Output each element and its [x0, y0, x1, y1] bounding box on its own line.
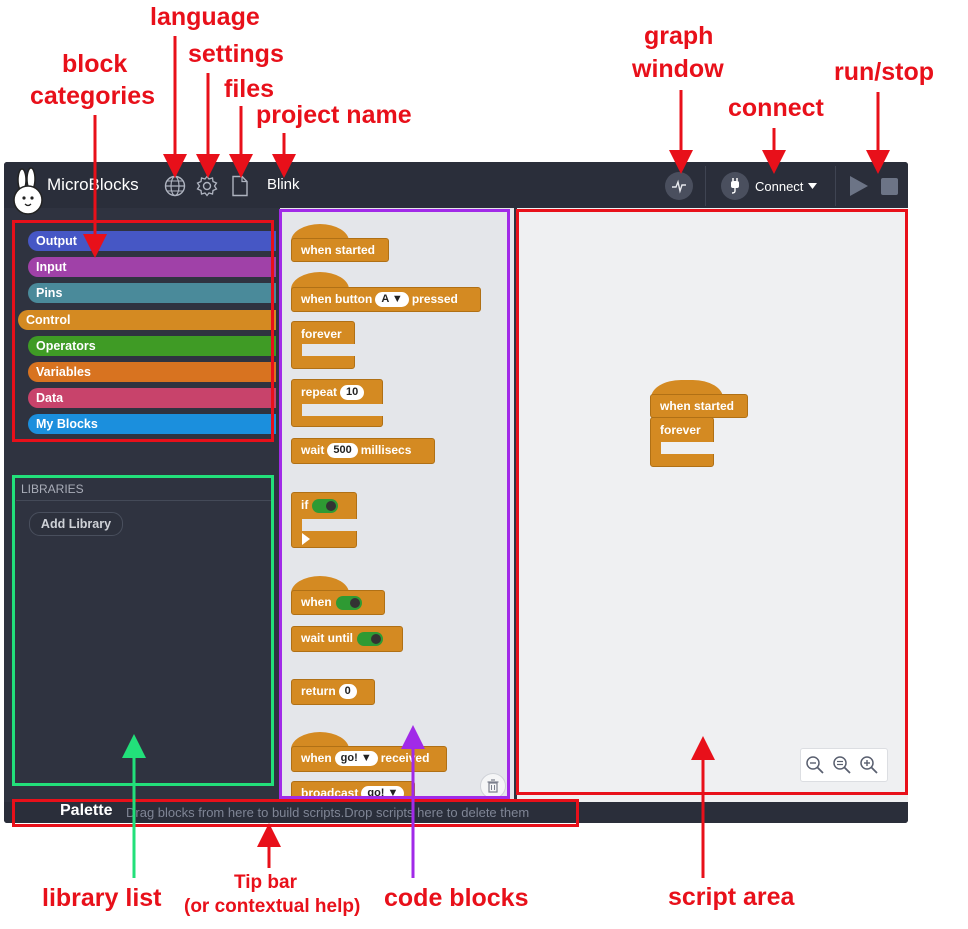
- tip-bar-label-line1: Tip bar: [234, 872, 297, 893]
- run-stop-label: run/stop: [834, 58, 934, 86]
- library-list-label: library list: [42, 884, 162, 912]
- graph-window-label-line1: graph: [644, 22, 714, 50]
- project-name-label: project name: [256, 101, 412, 129]
- block-categories-label-line2: categories: [30, 82, 156, 110]
- connect-label-annotation: connect: [728, 94, 824, 122]
- files-label: files: [224, 75, 275, 103]
- block-categories-label-line1: block: [62, 50, 128, 78]
- language-label: language: [150, 3, 260, 31]
- annotation-arrows: [83, 36, 890, 878]
- graph-window-label-line2: window: [632, 55, 724, 83]
- tip-bar-label-line2: (or contextual help): [184, 896, 361, 917]
- code-blocks-label: code blocks: [384, 884, 529, 912]
- settings-label: settings: [188, 40, 284, 68]
- script-area-label: script area: [668, 883, 795, 911]
